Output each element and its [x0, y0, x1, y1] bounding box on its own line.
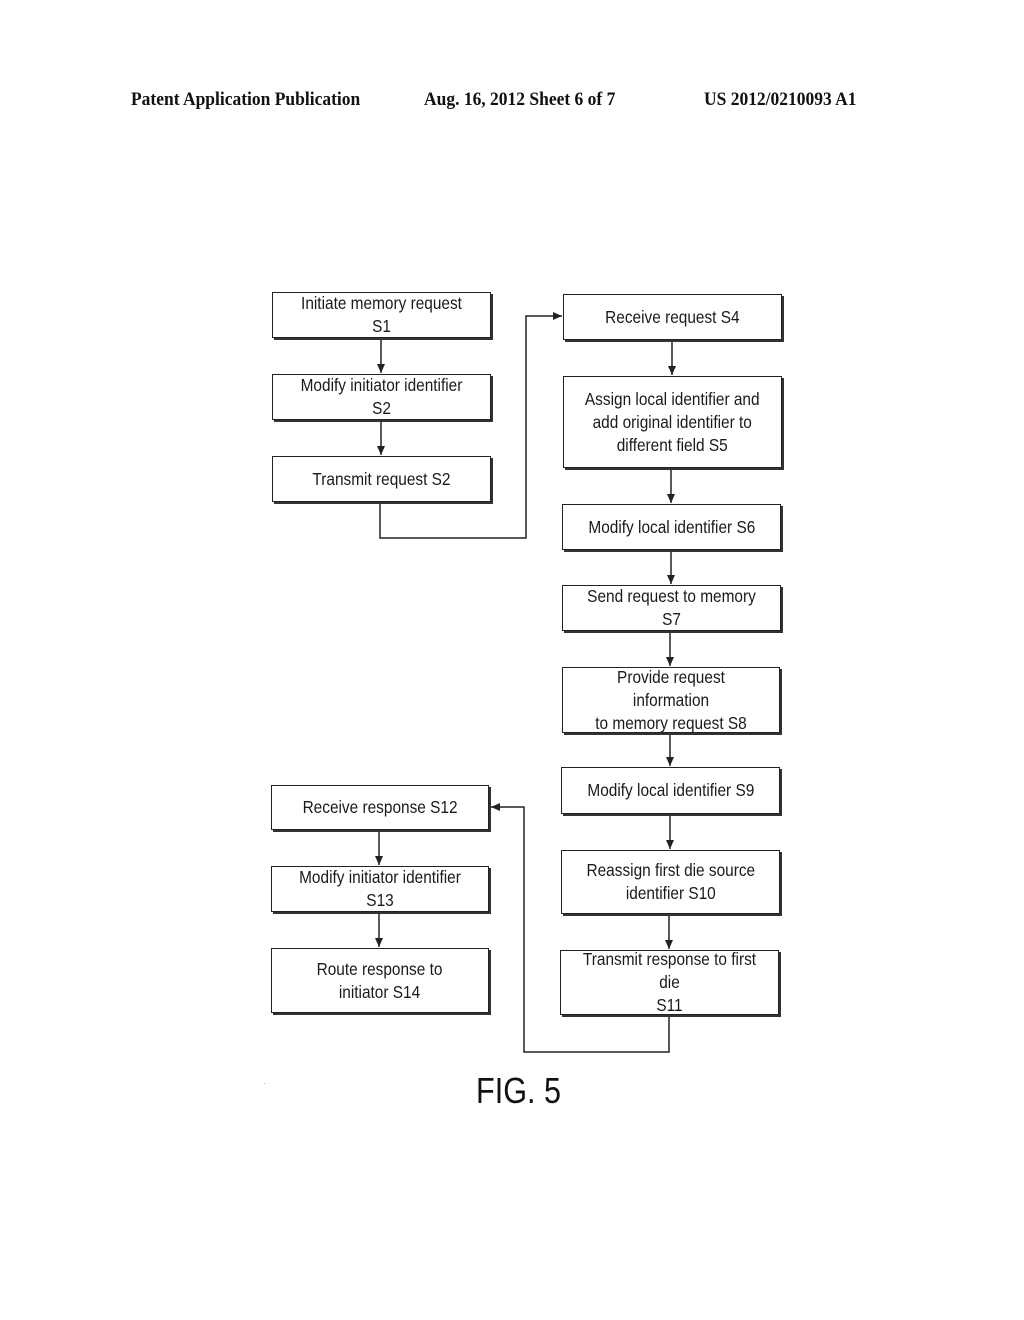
step-s1-label: Initiate memory request S1 [301, 293, 462, 336]
header-publication: Patent Application Publication [131, 89, 361, 110]
step-s8-box: Provide request information to memory re… [562, 667, 780, 733]
step-s12-box: Receive response S12 [271, 785, 489, 830]
step-s9-box: Modify local identifier S9 [561, 767, 780, 814]
flow-connectors [375, 312, 676, 1053]
arrow-s2b-s4 [379, 312, 562, 539]
step-s10-box: Reassign first die source identifier S10 [561, 850, 780, 914]
header-patent-number: US 2012/0210093 A1 [704, 89, 857, 110]
step-s2-label: Modify initiator identifier S2 [300, 375, 463, 418]
scan-speck [264, 1083, 265, 1084]
step-s5-label: Assign local identifier and add original… [585, 388, 760, 455]
step-s7-box: Send request to memory S7 [562, 585, 781, 631]
step-s14-box: Route response to initiator S14 [271, 948, 489, 1013]
step-s11-box: Transmit response to first die S11 [560, 949, 779, 1015]
step-s11-label: Transmit response to first die S11 [582, 949, 757, 1015]
step-s2b-box: Transmit request S2 [272, 456, 491, 502]
step-s13-box: Modify initiator identifier S13 [271, 866, 489, 912]
step-s7-label: Send request to memory S7 [587, 586, 756, 629]
step-s6-label: Modify local identifier S6 [588, 516, 755, 537]
step-s5-box: Assign local identifier and add original… [563, 376, 782, 468]
step-s9-label: Modify local identifier S9 [587, 780, 754, 800]
step-s2b-label: Transmit request S2 [312, 468, 451, 489]
step-s14-label: Route response to initiator S14 [317, 958, 443, 1002]
figure-label: FIG. 5 [476, 1070, 562, 1111]
step-s4-label: Receive request S4 [605, 306, 740, 327]
step-s10-label: Reassign first die source identifier S10 [586, 860, 755, 903]
step-s12-label: Receive response S12 [302, 797, 458, 817]
step-s13-label: Modify initiator identifier S13 [299, 867, 461, 910]
step-s8-label: Provide request information to memory re… [595, 666, 747, 733]
step-s1-box: Initiate memory request S1 [272, 292, 491, 338]
step-s6-box: Modify local identifier S6 [562, 504, 781, 550]
step-s4-box: Receive request S4 [563, 294, 782, 340]
header-date-sheet: Aug. 16, 2012 Sheet 6 of 7 [424, 89, 616, 110]
step-s2-box: Modify initiator identifier S2 [272, 374, 491, 420]
